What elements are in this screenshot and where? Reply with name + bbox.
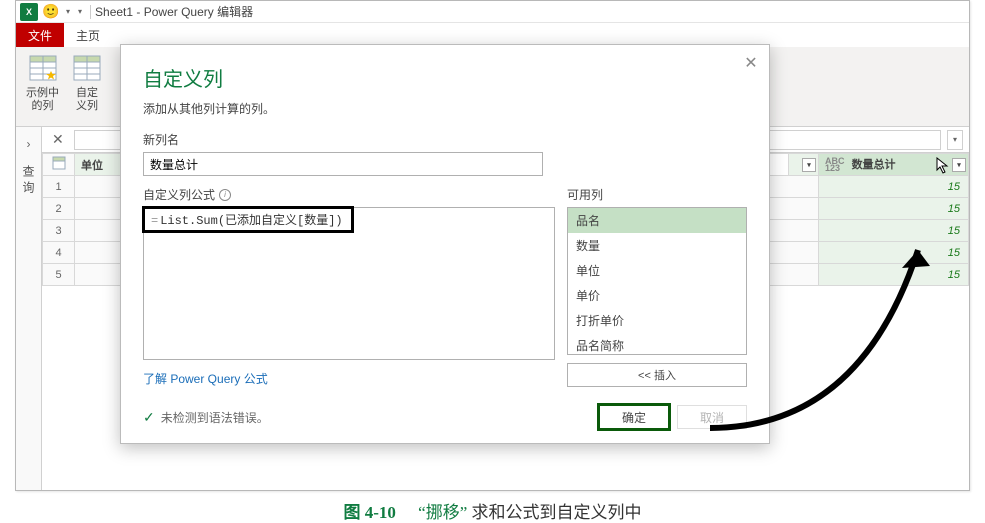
corner-cell [43, 154, 75, 176]
button-label: 自定 义列 [76, 87, 98, 113]
close-icon[interactable]: ✕ [48, 131, 68, 148]
formula-highlight: =List.Sum(已添加自定义[数量]) [142, 206, 354, 233]
table-cell[interactable]: 15 [819, 220, 969, 242]
row-number[interactable]: 5 [43, 264, 75, 286]
table-cell[interactable]: 15 [819, 198, 969, 220]
cursor-icon [936, 157, 950, 175]
filter-dropdown-icon[interactable]: ▾ [952, 158, 966, 172]
dialog-title: 自定义列 [143, 63, 747, 92]
column-from-examples-button[interactable]: 示例中 的列 [24, 51, 61, 115]
chevron-right-icon: › [27, 137, 31, 151]
available-columns-list[interactable]: 品名 数量 单位 单价 打折单价 品名简称 [567, 207, 747, 355]
ok-button[interactable]: 确定 [599, 405, 669, 429]
list-item[interactable]: 品名简称 [568, 333, 746, 355]
help-link[interactable]: 了解 Power Query 公式 [143, 372, 268, 386]
figure-caption: 图 4-10 “挪移” 求和公式到自定义列中 [0, 498, 985, 523]
new-column-input[interactable] [143, 152, 543, 176]
dialog-subtitle: 添加从其他列计算的列。 [143, 100, 747, 117]
filter-dropdown-icon[interactable]: ▾ [802, 158, 816, 172]
table-cell[interactable]: 15 [819, 264, 969, 286]
equals-sign: = [151, 214, 158, 228]
table-star-icon [27, 53, 59, 85]
close-button[interactable]: ✕ [741, 53, 761, 73]
qat-dropdown-icon[interactable]: ▾ [62, 7, 74, 16]
table-icon [52, 156, 66, 170]
smiley-icon[interactable]: 🙂 [42, 3, 60, 21]
tab-home[interactable]: 主页 [64, 23, 112, 47]
tab-file[interactable]: 文件 [16, 23, 64, 47]
table-cell[interactable]: 15 [819, 176, 969, 198]
qat-overflow-icon[interactable]: ▾ [74, 7, 86, 16]
type-icon: ABC 123 [825, 158, 845, 172]
formula-textarea[interactable]: =List.Sum(已添加自定义[数量]) [143, 207, 555, 360]
table-icon [71, 53, 103, 85]
queries-label: 查询 [20, 165, 37, 197]
column-header-prev[interactable]: ▾ [789, 154, 819, 176]
info-icon[interactable]: i [219, 189, 231, 201]
caption-quoted: “挪移” [418, 503, 467, 522]
separator [90, 5, 91, 19]
list-item[interactable]: 单位 [568, 258, 746, 283]
button-label: 示例中 的列 [26, 87, 59, 113]
cancel-button[interactable]: 取消 [677, 405, 747, 429]
titlebar: X 🙂 ▾ ▾ Sheet1 - Power Query 编辑器 [16, 1, 969, 23]
new-column-label: 新列名 [143, 131, 747, 148]
row-number[interactable]: 1 [43, 176, 75, 198]
excel-icon: X [20, 3, 38, 21]
caption-text: 求和公式到自定义列中 [472, 503, 642, 522]
column-header-selected[interactable]: ABC 123 数量总计 ▾ [819, 154, 969, 176]
formula-text: List.Sum(已添加自定义[数量]) [160, 214, 342, 228]
list-item[interactable]: 数量 [568, 233, 746, 258]
queries-pane-collapsed[interactable]: › 查询 [16, 127, 42, 490]
row-number[interactable]: 2 [43, 198, 75, 220]
formula-bar-dropdown[interactable]: ▾ [947, 130, 963, 150]
list-item[interactable]: 打折单价 [568, 308, 746, 333]
status-text: 未检测到语法错误。 [161, 409, 269, 426]
table-cell[interactable]: 15 [819, 242, 969, 264]
custom-column-button[interactable]: 自定 义列 [69, 51, 105, 115]
column-label: 数量总计 [852, 159, 896, 171]
row-number[interactable]: 3 [43, 220, 75, 242]
window-title: Sheet1 - Power Query 编辑器 [95, 3, 253, 20]
row-number[interactable]: 4 [43, 242, 75, 264]
list-item[interactable]: 品名 [568, 208, 746, 233]
column-label: 单位 [81, 160, 103, 172]
available-columns-label: 可用列 [567, 186, 747, 203]
status-message: ✓ 未检测到语法错误。 [143, 409, 269, 426]
custom-column-dialog: ✕ 自定义列 添加从其他列计算的列。 新列名 自定义列公式 i =List.Su… [120, 44, 770, 444]
insert-button[interactable]: << 插入 [567, 363, 747, 387]
check-icon: ✓ [143, 409, 155, 426]
formula-label: 自定义列公式 i [143, 186, 555, 203]
list-item[interactable]: 单价 [568, 283, 746, 308]
figure-number: 图 4-10 [343, 503, 395, 522]
